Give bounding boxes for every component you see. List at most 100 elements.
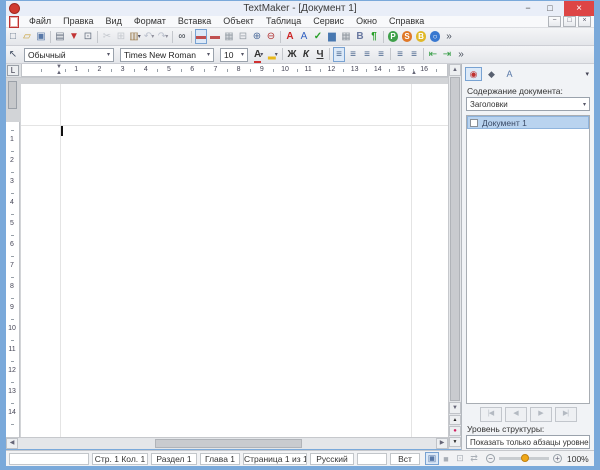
redo-button[interactable]: ↷▾	[157, 29, 169, 44]
presentations-button[interactable]: S	[401, 29, 413, 44]
status-view-compare-button[interactable]: ⇄	[467, 452, 481, 465]
vertical-scrollbar[interactable]: ▲ ▼ ▲ ● ▼	[448, 64, 461, 449]
toolbar-overflow-button[interactable]: »	[455, 47, 467, 62]
undo-button-dropdown[interactable]: ▾	[151, 33, 154, 40]
increase-indent-button[interactable]: ⇥	[441, 47, 453, 62]
outline-level-select[interactable]: Показать только абзацы уровней 1-9 ▾	[466, 435, 590, 449]
italic-button[interactable]: К	[300, 47, 312, 62]
maximize-button[interactable]: □	[540, 1, 560, 16]
status-view-master-button[interactable]: ■	[439, 452, 453, 465]
minimize-button[interactable]: −	[518, 1, 538, 16]
nav-prev-button[interactable]: ◀	[505, 407, 527, 422]
zoom-in-button[interactable]: ⊕	[251, 29, 263, 44]
contents-filter-select[interactable]: Заголовки ▾	[466, 97, 590, 111]
align-left-button[interactable]: ≡	[333, 47, 345, 62]
document-icon[interactable]	[9, 16, 19, 28]
view-master-pages-button[interactable]: ▬	[209, 29, 221, 44]
paragraph-style-combo[interactable]: Обычный ▾	[24, 48, 114, 62]
menu-help[interactable]: Справка	[383, 16, 430, 27]
zoom-in-button[interactable]: +	[553, 454, 562, 463]
browse-next-object-button[interactable]: ▼	[449, 437, 461, 447]
horizontal-scroll-thumb[interactable]	[155, 439, 302, 448]
document-outline-list[interactable]: Документ 1	[466, 115, 590, 404]
highlight-button[interactable]: ▂▾	[267, 47, 279, 62]
zoom-slider-handle[interactable]	[521, 454, 529, 462]
list-item[interactable]: Документ 1	[467, 116, 589, 129]
planmaker-button[interactable]: P	[387, 29, 399, 44]
status-view-normal-button[interactable]: ▣	[425, 452, 439, 465]
basicmaker-button[interactable]: B	[415, 29, 427, 44]
font-color-button[interactable]: A▾	[253, 47, 265, 62]
numbered-list-button[interactable]: ≡	[394, 47, 406, 62]
highlight-button-dropdown[interactable]: ▾	[275, 51, 278, 58]
menu-window[interactable]: Окно	[350, 16, 383, 27]
scroll-up-button[interactable]: ▲	[449, 64, 461, 76]
insert-field-button[interactable]: A	[298, 29, 310, 44]
item-checkbox[interactable]	[470, 119, 478, 127]
view-continuous-button[interactable]: ▦	[223, 29, 235, 44]
vertical-scroll-thumb[interactable]	[450, 77, 460, 401]
scroll-right-button[interactable]: ▶	[436, 438, 448, 449]
align-right-button[interactable]: ≡	[361, 47, 373, 62]
top-margin-marker[interactable]	[8, 81, 17, 109]
mdi-close-button[interactable]: ×	[578, 16, 591, 27]
close-button[interactable]: ×	[564, 1, 594, 16]
menu-format[interactable]: Формат	[128, 16, 172, 27]
export-pdf-button[interactable]: ▼	[68, 29, 80, 44]
mdi-minimize-button[interactable]: −	[548, 16, 561, 27]
sidebar-tab-navigator[interactable]: ◉	[465, 67, 482, 81]
spellcheck-button[interactable]: ✓	[312, 29, 324, 44]
underline-button[interactable]: Ч	[314, 47, 326, 62]
scroll-left-button[interactable]: ◀	[6, 438, 18, 449]
menu-object[interactable]: Объект	[217, 16, 260, 27]
open-button[interactable]: ▱	[21, 29, 33, 44]
new-document-button[interactable]: □	[7, 29, 19, 44]
horizontal-ruler[interactable]: ▼ ▲ ▲ 12345678910111213141516	[21, 64, 448, 77]
align-justify-button[interactable]: ≡	[375, 47, 387, 62]
bullet-list-button[interactable]: ≡	[408, 47, 420, 62]
chart-button[interactable]: ▆	[326, 29, 338, 44]
sidebar-menu-button[interactable]: ▾	[583, 70, 591, 78]
menu-table[interactable]: Таблица	[260, 16, 307, 27]
sidebar-tab-index[interactable]: A	[501, 67, 518, 81]
find-button[interactable]: ∞	[176, 29, 188, 44]
font-name-combo[interactable]: Times New Roman ▾	[120, 48, 214, 62]
select-browse-object-button[interactable]: ●	[449, 426, 461, 436]
cut-button[interactable]: ✂	[101, 29, 113, 44]
document-page[interactable]	[21, 84, 448, 437]
left-indent-marker[interactable]: ▲	[56, 70, 62, 76]
zoom-slider[interactable]	[499, 457, 549, 460]
menu-insert[interactable]: Вставка	[172, 16, 217, 27]
character-dialog-button[interactable]: A	[284, 29, 296, 44]
formatting-marks-button[interactable]: ¶	[368, 29, 380, 44]
undo-button[interactable]: ↶▾	[143, 29, 155, 44]
zoom-out-button[interactable]: −	[486, 454, 495, 463]
nav-last-button[interactable]: ▶|	[555, 407, 577, 422]
browse-previous-object-button[interactable]: ▲	[449, 415, 461, 425]
horizontal-scrollbar[interactable]: ◀ ▶	[6, 437, 448, 449]
nav-first-button[interactable]: |◀	[480, 407, 502, 422]
menu-tools[interactable]: Сервис	[307, 16, 350, 27]
paste-button[interactable]: ▥▾	[129, 29, 141, 44]
mdi-restore-button[interactable]: □	[563, 16, 576, 27]
font-size-combo[interactable]: 10 ▾	[220, 48, 248, 62]
table-button[interactable]: ▦	[340, 29, 352, 44]
decrease-indent-button[interactable]: ⇤	[427, 47, 439, 62]
menu-file[interactable]: Файл	[23, 16, 57, 27]
font-color-button-dropdown[interactable]: ▾	[260, 51, 264, 58]
browser-button[interactable]: ○	[429, 29, 441, 44]
view-objects-button[interactable]: ⊟	[237, 29, 249, 44]
align-center-button[interactable]: ≡	[347, 47, 359, 62]
object-mode-button[interactable]: ↖	[7, 47, 19, 62]
zoom-out-button[interactable]: ⊖	[265, 29, 277, 44]
copy-button[interactable]: ⊞	[115, 29, 127, 44]
scroll-down-button[interactable]: ▼	[449, 402, 461, 414]
view-normal-button[interactable]: ▬	[195, 29, 207, 44]
toolbar-overflow-button[interactable]: »	[443, 29, 455, 44]
sidebar-tab-styles[interactable]: ◆	[483, 67, 500, 81]
redo-button-dropdown[interactable]: ▾	[165, 33, 168, 40]
nav-next-button[interactable]: ▶	[530, 407, 552, 422]
title-bar[interactable]: TextMaker - [Документ 1] − □ ×	[6, 1, 594, 16]
menu-view[interactable]: Вид	[100, 16, 128, 27]
tab-type-selector[interactable]: L	[7, 65, 19, 76]
